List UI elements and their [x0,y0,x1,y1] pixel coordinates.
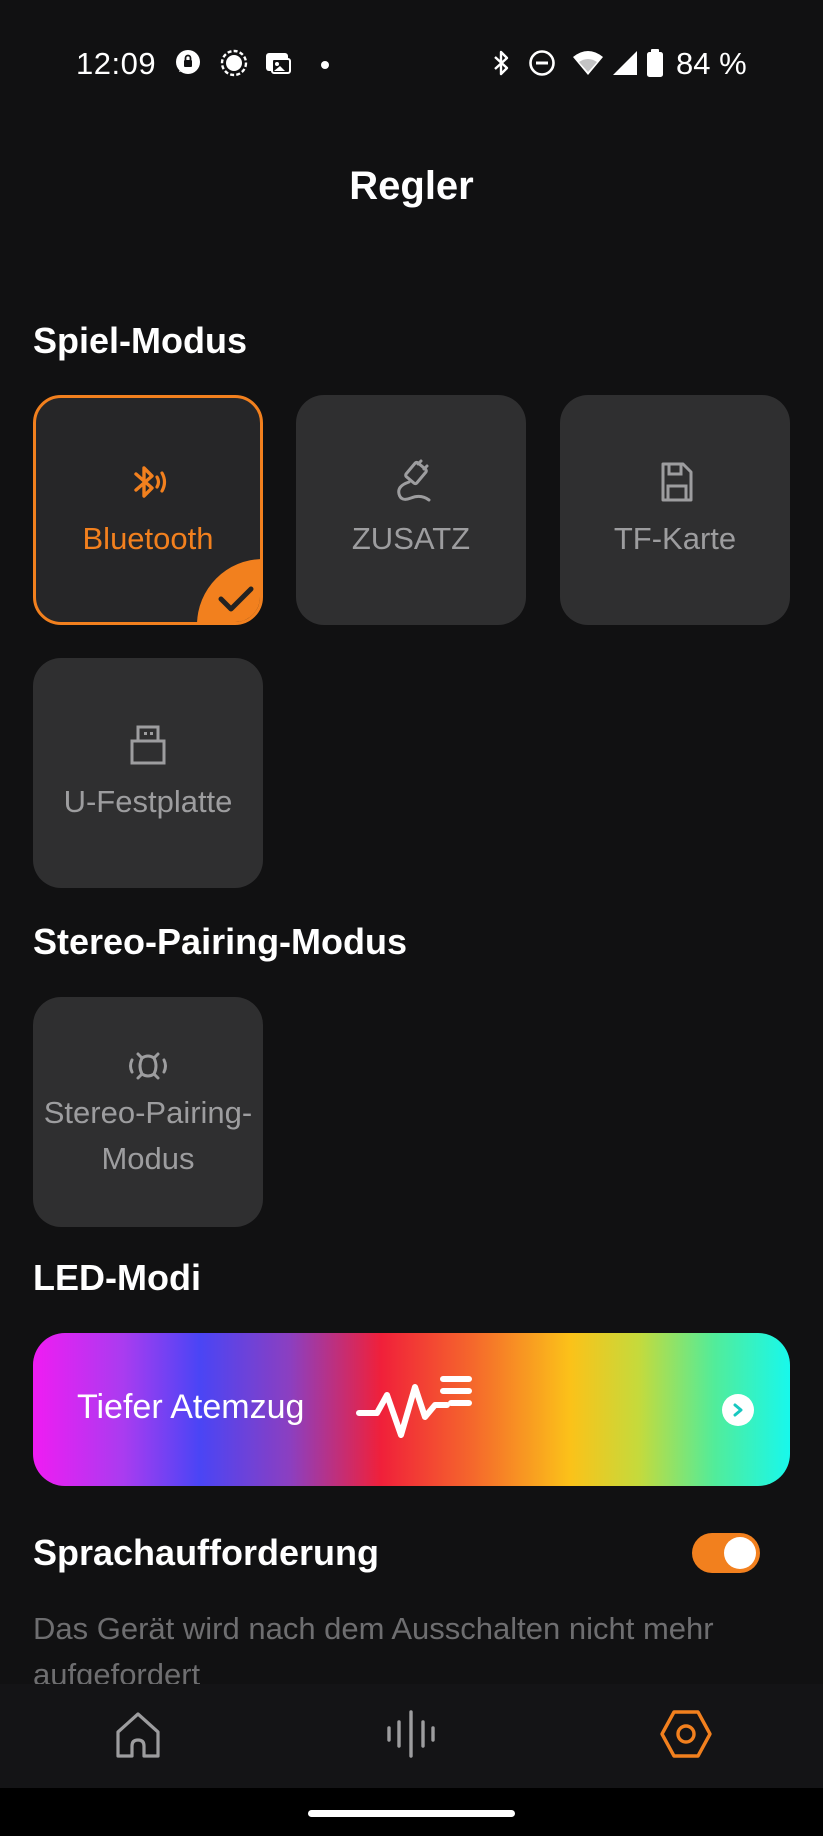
battery-icon [647,49,663,77]
page-title: Regler [349,164,474,208]
do-not-disturb-icon [529,50,555,76]
home-icon[interactable] [110,1706,166,1762]
play-mode-tf-card-tile[interactable]: TF-Karte [560,395,790,625]
bluetooth-audio-icon [134,466,167,498]
led-mode-label: Tiefer Atemzug [77,1388,305,1426]
stereo-speaker-icon [129,1052,167,1080]
stereo-pairing-title: Stereo-Pairing-Modus [33,921,408,962]
led-mode-banner[interactable]: Tiefer Atemzug [33,1333,790,1486]
led-modes-title: LED-Modi [33,1257,201,1298]
chat-notification-icon [176,50,200,74]
tile-label: Bluetooth [82,521,214,556]
voice-prompt-description: Das Gerät wird nach dem Ausschalten nich… [33,1611,714,1684]
check-icon [218,586,254,612]
battery-percentage: 84 % [676,46,747,81]
toggle-knob [724,1537,756,1569]
tile-label: Stereo-Pairing- Modus [44,1090,252,1182]
play-mode-bluetooth-tile[interactable]: Bluetooth [33,395,263,625]
aux-cable-icon [397,459,431,502]
tile-label-line2: Modus [101,1141,195,1176]
tile-label: TF-Karte [613,521,737,556]
waveform-icon [356,1376,472,1438]
led-mode-chevron-right-icon [722,1394,754,1426]
play-mode-title: Spiel-Modus [33,320,247,361]
sd-card-icon [661,462,693,502]
tile-label: ZUSATZ [351,521,471,556]
signal-messenger-icon [220,49,248,77]
gesture-navigation-area [0,1788,823,1836]
stereo-pairing-tile[interactable]: Stereo-Pairing- Modus [33,997,263,1227]
play-mode-aux-tile[interactable]: ZUSATZ [296,395,526,625]
status-time: 12:09 [76,46,157,81]
settings-hexagon-icon[interactable] [658,1706,714,1762]
bluetooth-icon [494,50,509,76]
usb-drive-icon [130,725,166,765]
status-bar: 12:09 84 % [0,0,823,130]
wifi-icon [573,51,603,75]
voice-prompt-title: Sprachaufforderung [33,1532,380,1573]
bottom-navigation [0,1684,823,1788]
equalizer-icon[interactable] [383,1706,439,1762]
cell-signal-icon [613,51,637,75]
gesture-home-bar[interactable] [308,1810,515,1817]
photo-message-icon [266,53,291,74]
tile-label-line1: Stereo-Pairing- [43,1095,253,1130]
dot-icon [321,61,329,69]
play-mode-usb-drive-tile[interactable]: U-Festplatte [33,658,263,888]
selected-check-badge [197,559,260,622]
voice-prompt-toggle[interactable] [692,1533,760,1573]
tile-label: U-Festplatte [63,784,233,819]
